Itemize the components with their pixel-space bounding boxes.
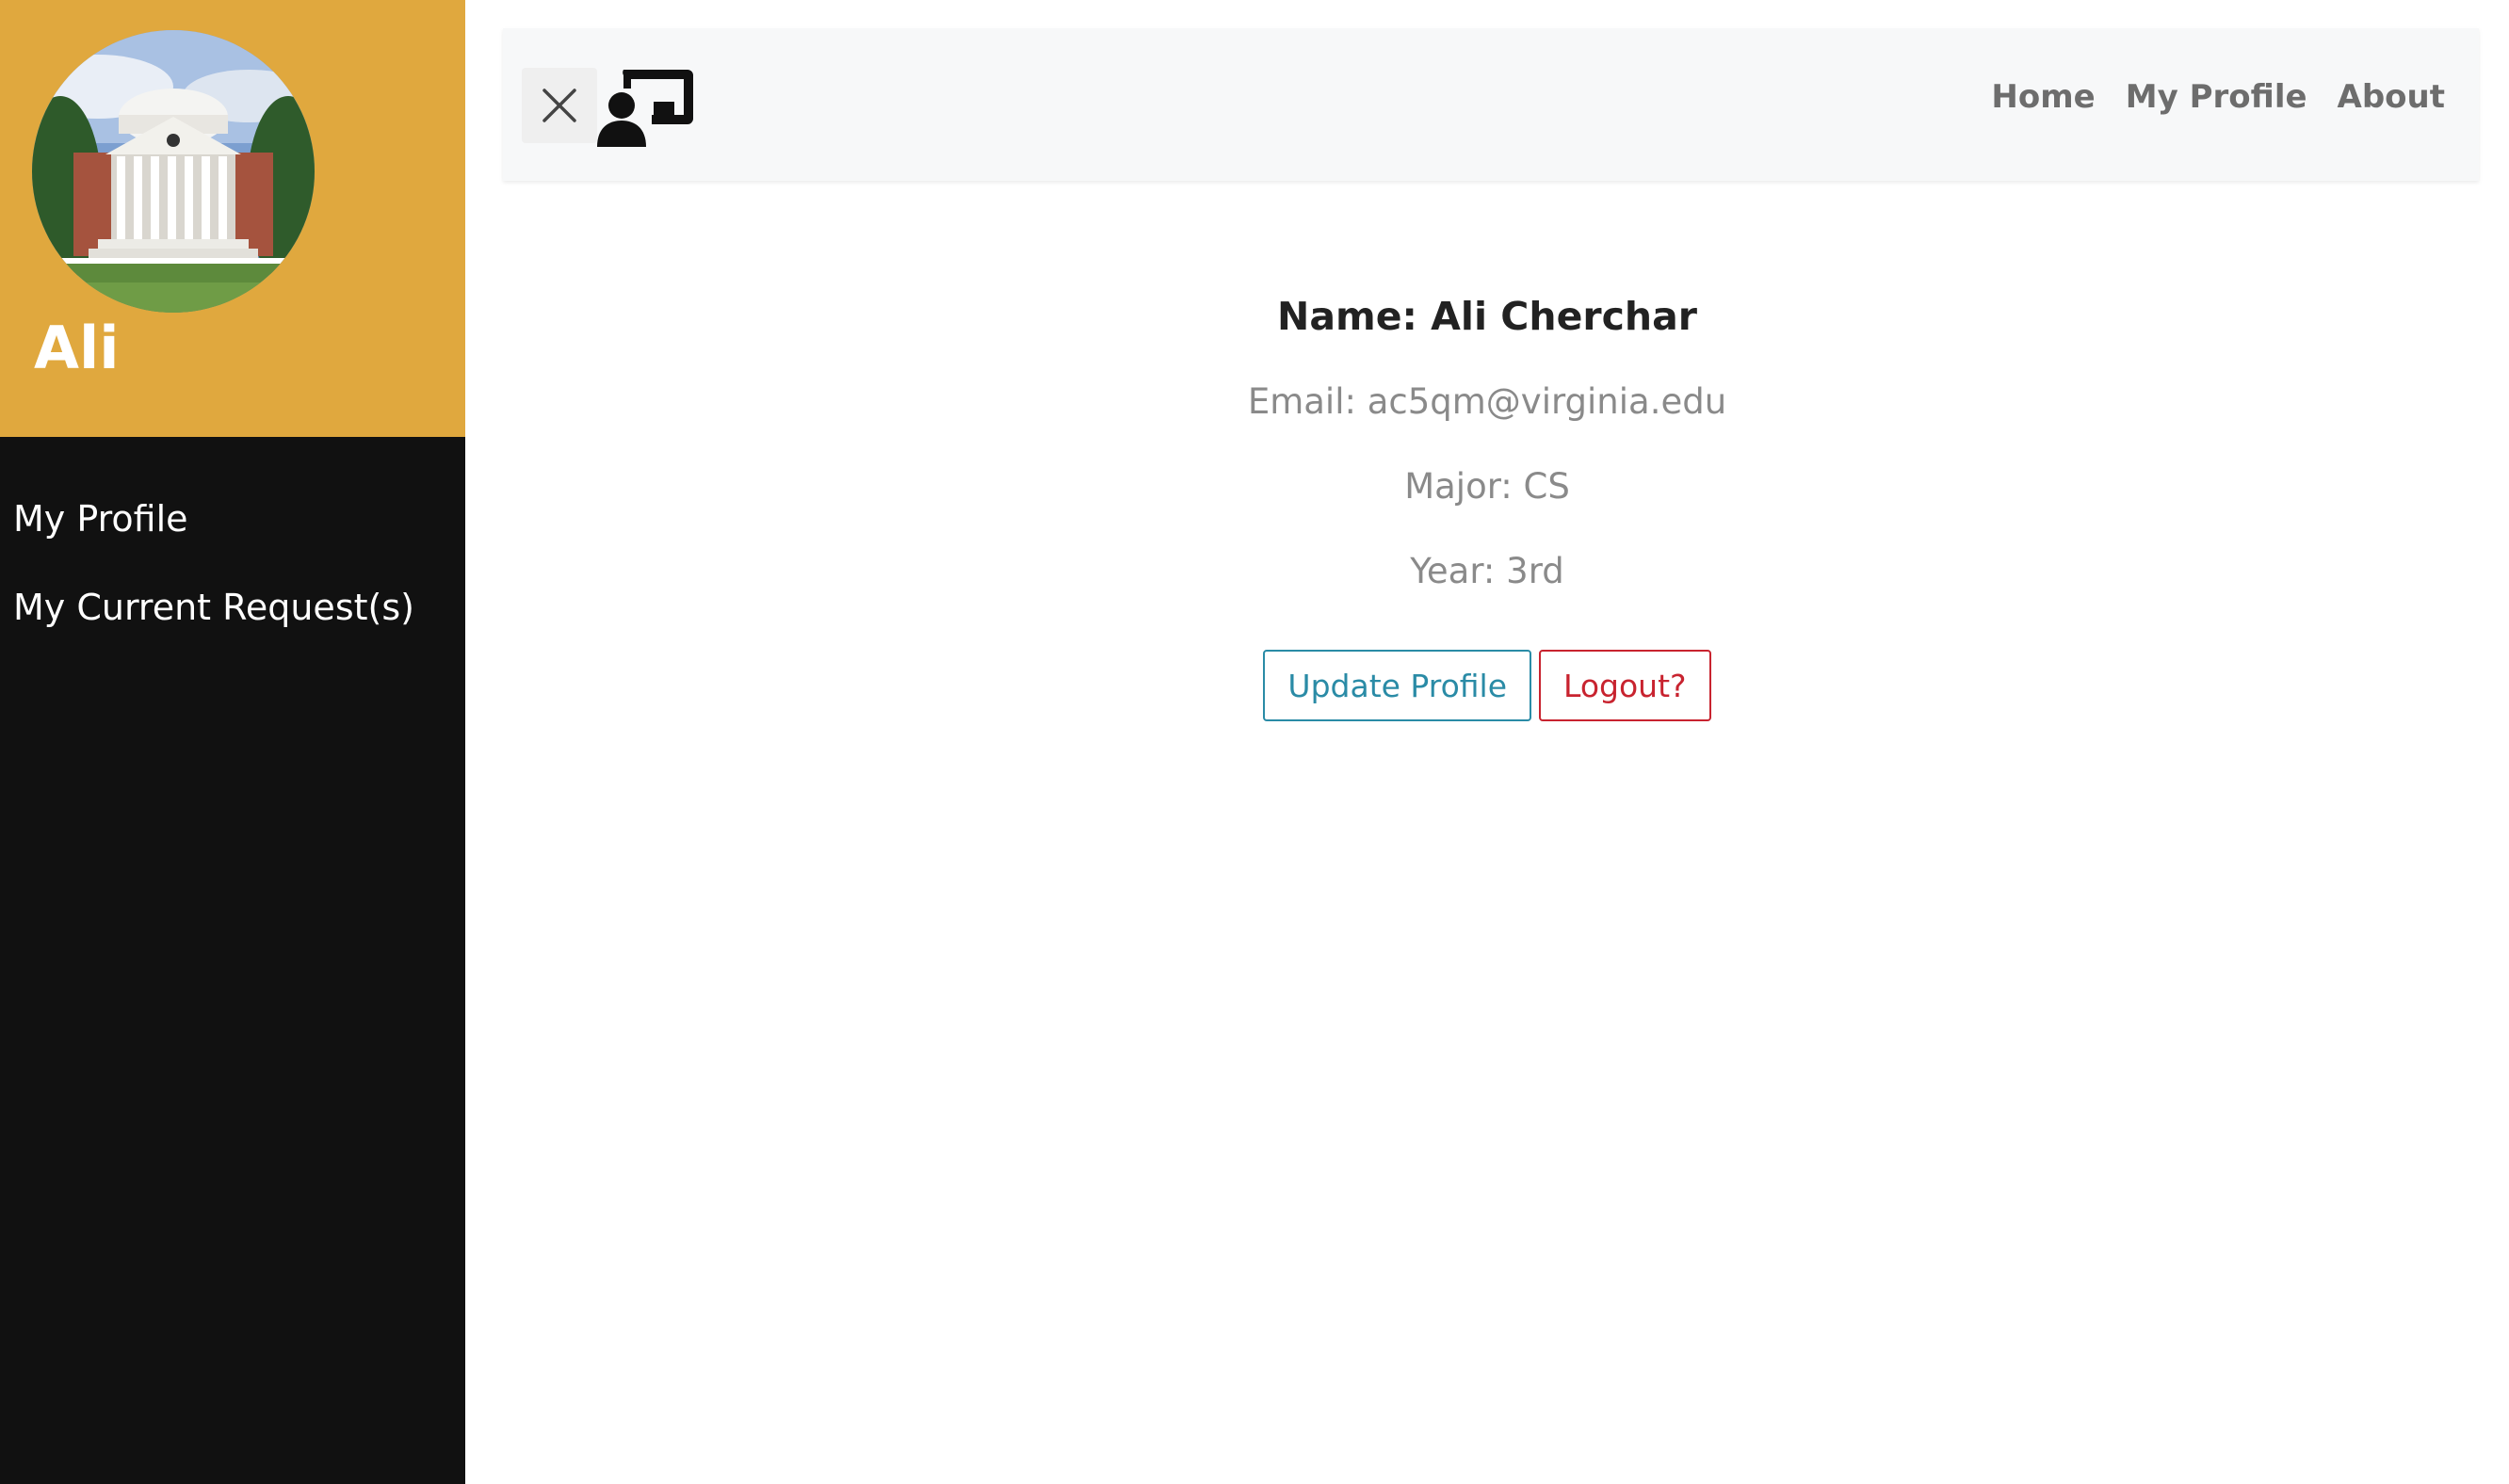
profile-name: Name: Ali Cherchar xyxy=(1277,294,1697,339)
logout-button[interactable]: Logout? xyxy=(1539,650,1711,721)
close-icon xyxy=(542,89,576,122)
person-presentation-icon xyxy=(597,70,693,147)
profile-email: Email: ac5qm@virginia.edu xyxy=(1247,381,1727,422)
nav-links: Home My Profile About xyxy=(1991,73,2445,121)
profile-year: Year: 3rd xyxy=(1410,551,1564,591)
profile-panel: Name: Ali Cherchar Email: ac5qm@virginia… xyxy=(465,273,2509,721)
nav-link-about[interactable]: About xyxy=(2338,73,2445,121)
sidebar-toggle-button[interactable] xyxy=(522,68,597,143)
avatar xyxy=(32,30,315,313)
sidebar-nav: My Profile My Current Request(s) xyxy=(0,490,465,667)
sidebar-item-my-profile[interactable]: My Profile xyxy=(0,490,465,578)
nav-link-home[interactable]: Home xyxy=(1991,73,2095,121)
sidebar-username: Ali xyxy=(34,314,120,382)
top-navbar: Home My Profile About xyxy=(503,28,2479,181)
sidebar-header: Ali xyxy=(0,0,465,437)
update-profile-button[interactable]: Update Profile xyxy=(1263,650,1532,721)
profile-major: Major: CS xyxy=(1404,466,1570,507)
profile-actions: Update Profile Logout? xyxy=(465,650,2509,721)
sidebar-item-my-current-requests[interactable]: My Current Request(s) xyxy=(0,578,465,667)
sidebar: Ali My Profile My Current Request(s) xyxy=(0,0,465,1484)
nav-link-my-profile[interactable]: My Profile xyxy=(2126,73,2307,121)
rotunda-image xyxy=(32,30,315,313)
